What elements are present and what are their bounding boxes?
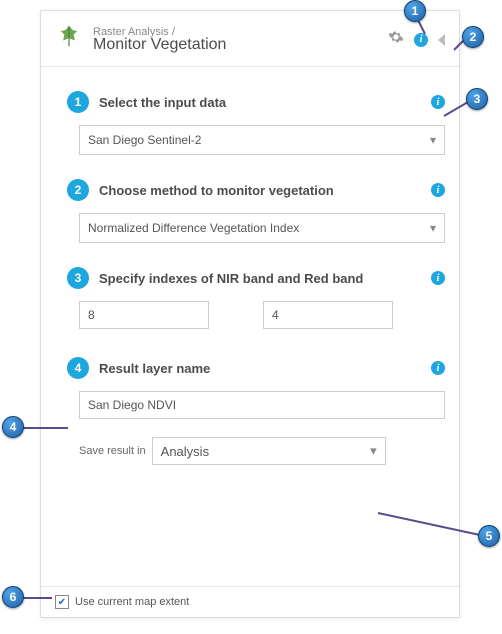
callout-2: 2 [462, 26, 484, 48]
save-result-select[interactable]: Analysis ▾ [152, 437, 386, 465]
monitor-vegetation-panel: Raster Analysis / Monitor Vegetation i 1… [40, 10, 460, 618]
chevron-down-icon: ▾ [430, 221, 436, 235]
save-result-label: Save result in [79, 445, 146, 457]
step-1: 1 Select the input data i [67, 91, 445, 113]
result-layer-name-input[interactable] [79, 391, 445, 419]
page-title: Monitor Vegetation [93, 36, 226, 54]
chevron-down-icon: ▾ [430, 133, 436, 147]
step-number: 2 [67, 179, 89, 201]
step-label: Select the input data [99, 95, 431, 110]
panel-footer: ✔ Use current map extent [41, 586, 459, 617]
callout-4: 4 [2, 416, 24, 438]
input-data-select[interactable]: San Diego Sentinel-2 ▾ [79, 125, 445, 155]
callout-5: 5 [478, 525, 500, 547]
step-4: 4 Result layer name i [67, 357, 445, 379]
step-number: 4 [67, 357, 89, 379]
step-info-icon[interactable]: i [431, 361, 445, 375]
gear-icon[interactable] [388, 29, 404, 50]
nir-band-input[interactable] [79, 301, 209, 329]
panel-header: Raster Analysis / Monitor Vegetation i [41, 11, 459, 66]
use-extent-label: Use current map extent [75, 596, 189, 608]
step-label: Result layer name [99, 361, 431, 376]
step-3: 3 Specify indexes of NIR band and Red ba… [67, 267, 445, 289]
info-icon[interactable]: i [414, 33, 428, 47]
leaf-icon [55, 23, 83, 56]
step-info-icon[interactable]: i [431, 271, 445, 285]
use-extent-checkbox[interactable]: ✔ [55, 595, 69, 609]
step-2: 2 Choose method to monitor vegetation i [67, 179, 445, 201]
select-value: Analysis [161, 444, 209, 459]
step-label: Specify indexes of NIR band and Red band [99, 271, 431, 286]
callout-6: 6 [2, 586, 24, 608]
callout-1: 1 [404, 0, 426, 22]
method-select[interactable]: Normalized Difference Vegetation Index ▾ [79, 213, 445, 243]
step-info-icon[interactable]: i [431, 183, 445, 197]
callout-3: 3 [466, 88, 488, 110]
red-band-input[interactable] [263, 301, 393, 329]
collapse-icon[interactable] [438, 34, 445, 46]
step-number: 3 [67, 267, 89, 289]
step-info-icon[interactable]: i [431, 95, 445, 109]
select-value: Normalized Difference Vegetation Index [88, 221, 299, 235]
chevron-down-icon: ▾ [370, 443, 377, 459]
select-value: San Diego Sentinel-2 [88, 133, 201, 147]
step-number: 1 [67, 91, 89, 113]
step-label: Choose method to monitor vegetation [99, 183, 431, 198]
